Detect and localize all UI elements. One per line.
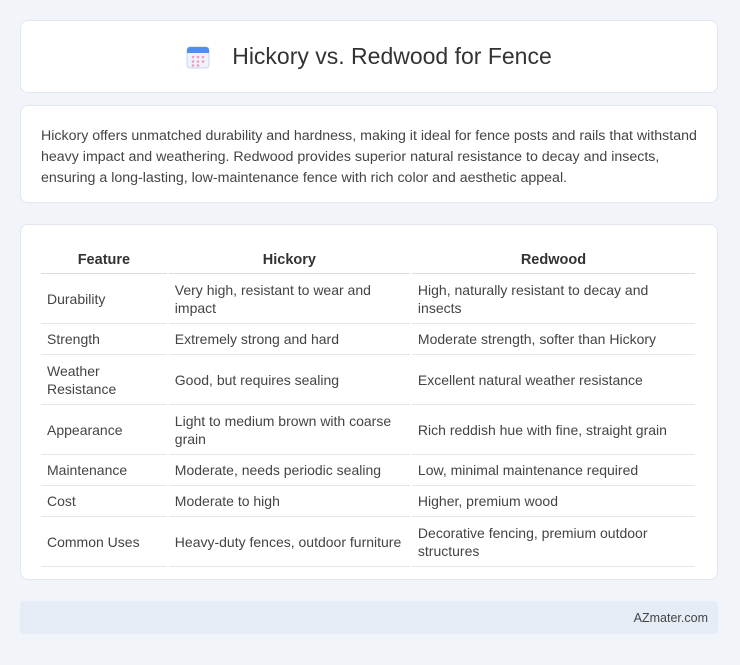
title-card: Hickory vs. Redwood for Fence <box>20 20 718 93</box>
feature-cell: Durability <box>41 274 167 324</box>
footer: AZmater.com <box>20 601 718 634</box>
comparison-card: Feature Hickory Redwood Durability Very … <box>20 224 718 580</box>
feature-cell: Weather Resistance <box>41 355 167 405</box>
hickory-cell: Light to medium brown with coarse grain <box>168 405 410 455</box>
table-header-row: Feature Hickory Redwood <box>41 245 695 274</box>
footer-source-link[interactable]: AZmater.com <box>634 611 708 625</box>
redwood-cell: Excellent natural weather resistance <box>411 355 695 405</box>
feature-cell: Strength <box>41 324 167 355</box>
intro-text: Hickory offers unmatched durability and … <box>41 128 697 186</box>
page-title: Hickory vs. Redwood for Fence <box>232 43 552 69</box>
feature-cell: Common Uses <box>41 517 167 567</box>
table-row: Maintenance Moderate, needs periodic sea… <box>41 455 695 486</box>
table-row: Strength Extremely strong and hard Moder… <box>41 324 695 355</box>
hickory-cell: Very high, resistant to wear and impact <box>168 274 410 324</box>
table-row: Durability Very high, resistant to wear … <box>41 274 695 324</box>
table-row: Cost Moderate to high Higher, premium wo… <box>41 486 695 517</box>
hickory-cell: Moderate, needs periodic sealing <box>168 455 410 486</box>
comparison-table: Feature Hickory Redwood Durability Very … <box>39 245 697 567</box>
hickory-cell: Heavy-duty fences, outdoor furniture <box>168 517 410 567</box>
redwood-cell: Low, minimal maintenance required <box>411 455 695 486</box>
column-header-feature: Feature <box>41 245 167 274</box>
feature-cell: Cost <box>41 486 167 517</box>
redwood-cell: High, naturally resistant to decay and i… <box>411 274 695 324</box>
hickory-cell: Moderate to high <box>168 486 410 517</box>
column-header-hickory: Hickory <box>168 245 410 274</box>
hickory-cell: Good, but requires sealing <box>168 355 410 405</box>
redwood-cell: Decorative fencing, premium outdoor stru… <box>411 517 695 567</box>
calendar-icon <box>186 45 210 69</box>
intro-card: Hickory offers unmatched durability and … <box>20 105 718 203</box>
table-row: Weather Resistance Good, but requires se… <box>41 355 695 405</box>
table-row: Common Uses Heavy-duty fences, outdoor f… <box>41 517 695 567</box>
column-header-redwood: Redwood <box>411 245 695 274</box>
redwood-cell: Moderate strength, softer than Hickory <box>411 324 695 355</box>
redwood-cell: Rich reddish hue with fine, straight gra… <box>411 405 695 455</box>
hickory-cell: Extremely strong and hard <box>168 324 410 355</box>
feature-cell: Maintenance <box>41 455 167 486</box>
feature-cell: Appearance <box>41 405 167 455</box>
redwood-cell: Higher, premium wood <box>411 486 695 517</box>
table-row: Appearance Light to medium brown with co… <box>41 405 695 455</box>
